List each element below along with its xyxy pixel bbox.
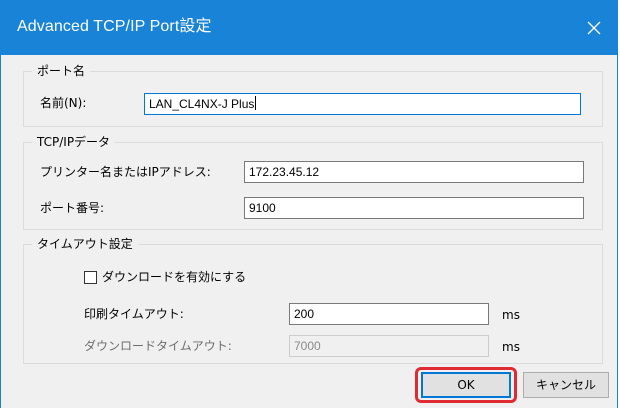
port-number-input[interactable]: 9100	[244, 197, 584, 219]
tcpip-data-group: TCP/IPデータ プリンター名またはIPアドレス: 172.23.45.12 …	[23, 134, 603, 230]
port-name-legend: ポート名	[32, 63, 91, 79]
ip-address-input[interactable]: 172.23.45.12	[244, 161, 584, 183]
advanced-port-dialog: Advanced TCP/IP Port設定 ポート名 名前(N): LAN_C…	[0, 0, 618, 408]
title-bar: Advanced TCP/IP Port設定	[1, 1, 617, 55]
print-timeout-label: 印刷タイムアウト:	[84, 307, 184, 321]
print-timeout-unit: ms	[502, 308, 520, 322]
ok-button[interactable]: OK	[421, 372, 511, 398]
tcpip-legend: TCP/IPデータ	[32, 134, 116, 150]
dialog-title: Advanced TCP/IP Port設定	[17, 18, 212, 35]
name-label: 名前(N):	[40, 96, 87, 110]
port-number-label: ポート番号:	[40, 201, 105, 215]
download-timeout-input: 7000	[289, 335, 489, 357]
port-name-value: LAN_CL4NX-J Plus	[149, 97, 255, 111]
print-timeout-value: 200	[294, 307, 315, 321]
ip-address-value: 172.23.45.12	[249, 165, 320, 179]
close-button[interactable]	[571, 1, 617, 55]
text-caret	[255, 96, 257, 110]
port-name-group: ポート名 名前(N): LAN_CL4NX-J Plus	[23, 63, 603, 127]
download-timeout-unit: ms	[502, 340, 520, 354]
download-enable-checkbox[interactable]	[84, 271, 97, 284]
download-timeout-value: 7000	[294, 339, 321, 353]
timeout-legend: タイムアウト設定	[32, 236, 138, 252]
print-timeout-input[interactable]: 200	[289, 303, 489, 325]
address-label: プリンター名またはIPアドレス:	[40, 165, 211, 179]
download-timeout-label: ダウンロードタイムアウト:	[84, 339, 232, 353]
port-number-value: 9100	[249, 201, 276, 215]
close-icon	[587, 21, 601, 35]
timeout-group: タイムアウト設定 ダウンロードを有効にする 印刷タイムアウト: 200 ms ダ…	[23, 236, 603, 364]
download-enable-label[interactable]: ダウンロードを有効にする	[102, 269, 246, 285]
cancel-button[interactable]: キャンセル	[523, 372, 609, 398]
dialog-body: ポート名 名前(N): LAN_CL4NX-J Plus TCP/IPデータ プ…	[1, 55, 617, 408]
port-name-input[interactable]: LAN_CL4NX-J Plus	[144, 93, 581, 115]
